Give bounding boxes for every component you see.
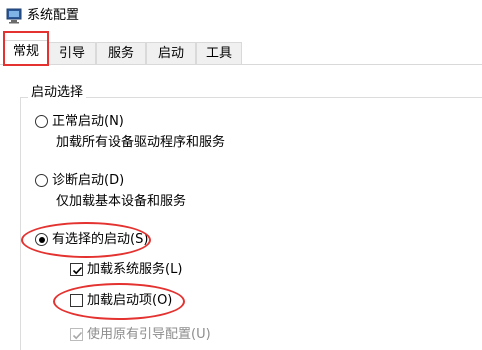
use-original-boot-config-label[interactable]: 使用原有引导配置(U) (87, 326, 211, 344)
tab-tools[interactable]: 工具 (196, 42, 242, 65)
tab-services[interactable]: 服务 (96, 42, 146, 65)
checkbox-system-services-box[interactable] (70, 263, 83, 276)
checkmark-icon (72, 331, 83, 340)
normal-startup-radio[interactable]: 正常启动(N) (35, 113, 235, 131)
load-startup-items-label[interactable]: 加载启动项(O) (87, 292, 172, 310)
checkbox-boot-config-box[interactable] (70, 328, 83, 341)
window-title: 系统配置 (27, 8, 80, 23)
checkbox-startup-items-box[interactable] (70, 294, 83, 307)
normal-startup-description: 加载所有设备驱动程序和服务 (56, 135, 226, 150)
use-original-boot-config-checkbox[interactable]: 使用原有引导配置(U) (70, 326, 290, 344)
tab-boot[interactable]: 引导 (48, 42, 96, 65)
radio-selective-indicator[interactable] (35, 233, 48, 246)
load-startup-items-checkbox[interactable]: 加载启动项(O) (70, 292, 270, 310)
startup-selection-title: 启动选择 (28, 84, 87, 102)
diagnostic-startup-radio[interactable]: 诊断启动(D) (35, 172, 235, 190)
title-bar[interactable]: 系统配置 (0, 0, 482, 32)
system-config-window: 系统配置 常规 引导 服务 启动 工具 启动选择 正常启动(N) 加载所有设备驱… (0, 0, 482, 350)
selective-startup-radio[interactable]: 有选择的启动(S) (35, 231, 235, 249)
tab-strip: 常规 引导 服务 启动 工具 (0, 40, 482, 66)
radio-diagnostic-indicator[interactable] (35, 174, 48, 187)
checkmark-icon (72, 266, 83, 275)
load-system-services-checkbox[interactable]: 加载系统服务(L) (70, 261, 270, 279)
diagnostic-startup-description: 仅加载基本设备和服务 (56, 194, 187, 209)
selective-startup-label[interactable]: 有选择的启动(S) (52, 231, 148, 249)
radio-normal-indicator[interactable] (35, 115, 48, 128)
load-system-services-label[interactable]: 加载系统服务(L) (87, 261, 182, 279)
msconfig-icon (6, 8, 22, 24)
normal-startup-label[interactable]: 正常启动(N) (52, 113, 124, 131)
tab-highlight-annotation (3, 31, 49, 66)
tab-startup[interactable]: 启动 (146, 42, 196, 65)
diagnostic-startup-label[interactable]: 诊断启动(D) (52, 172, 124, 190)
